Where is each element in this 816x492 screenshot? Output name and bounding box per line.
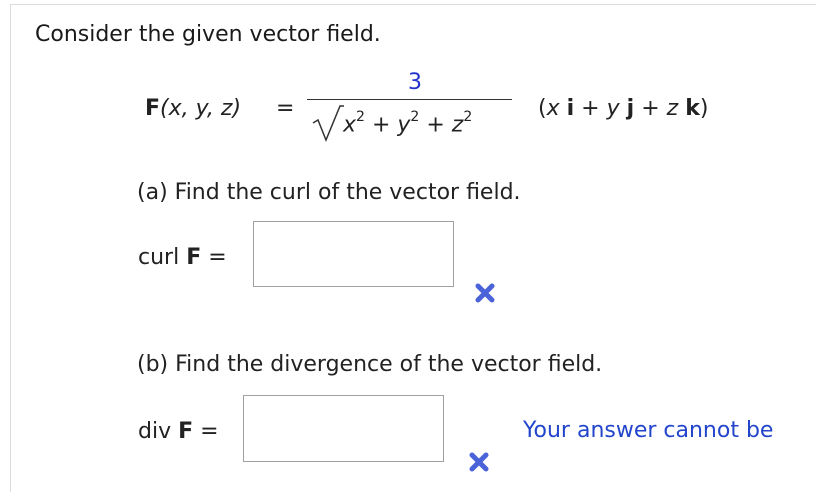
den-plus-1: + bbox=[371, 112, 391, 138]
den-z-exp: 2 bbox=[463, 109, 473, 125]
div-label: div F = bbox=[138, 419, 219, 444]
vec-plus-2: + bbox=[641, 96, 660, 121]
div-label-equals: = bbox=[200, 419, 219, 444]
answer-feedback-message: Your answer cannot be bbox=[523, 418, 774, 443]
question-intro: Consider the given vector field. bbox=[35, 22, 381, 47]
field-symbol: F bbox=[145, 96, 161, 121]
div-label-prefix: div bbox=[138, 419, 172, 444]
curl-label-equals: = bbox=[208, 245, 227, 270]
curl-label-prefix: curl bbox=[138, 245, 180, 270]
formula-equals: = bbox=[276, 96, 295, 121]
vec-j: j bbox=[626, 96, 635, 121]
curl-answer-input[interactable] bbox=[253, 221, 454, 287]
curl-label-F: F bbox=[186, 245, 202, 270]
incorrect-x-icon bbox=[469, 452, 489, 472]
part-a-prompt: (a) Find the curl of the vector field. bbox=[137, 180, 521, 205]
den-x-exp: 2 bbox=[356, 109, 365, 125]
div-answer-input[interactable] bbox=[243, 395, 444, 462]
vec-x: x bbox=[546, 96, 560, 121]
vec-plus-1: + bbox=[581, 96, 600, 121]
den-x: x bbox=[343, 112, 357, 138]
vec-k: k bbox=[685, 96, 700, 121]
vector-expression: (x i + y j + z k) bbox=[538, 96, 708, 121]
fraction-numerator: 3 bbox=[408, 70, 422, 95]
vec-z: z bbox=[666, 96, 679, 121]
fraction-bar bbox=[307, 99, 512, 100]
den-y: y bbox=[397, 112, 411, 138]
vec-open: ( bbox=[538, 96, 547, 121]
part-b-prompt: (b) Find the divergence of the vector fi… bbox=[137, 352, 603, 377]
vec-close: ) bbox=[699, 96, 709, 121]
vec-y: y bbox=[606, 96, 620, 121]
curl-label: curl F = bbox=[138, 245, 227, 270]
sqrt-icon bbox=[312, 105, 344, 142]
incorrect-x-icon bbox=[475, 283, 495, 303]
field-args: (x, y, z) bbox=[160, 96, 242, 121]
den-plus-2: + bbox=[426, 112, 445, 138]
field-function-lhs: F(x, y, z) bbox=[145, 96, 241, 121]
vec-i: i bbox=[566, 96, 575, 121]
div-label-F: F bbox=[178, 419, 194, 444]
den-y-exp: 2 bbox=[410, 109, 420, 125]
fraction-denominator: x2 + y2 + z2 bbox=[343, 109, 473, 138]
den-z: z bbox=[451, 112, 464, 138]
